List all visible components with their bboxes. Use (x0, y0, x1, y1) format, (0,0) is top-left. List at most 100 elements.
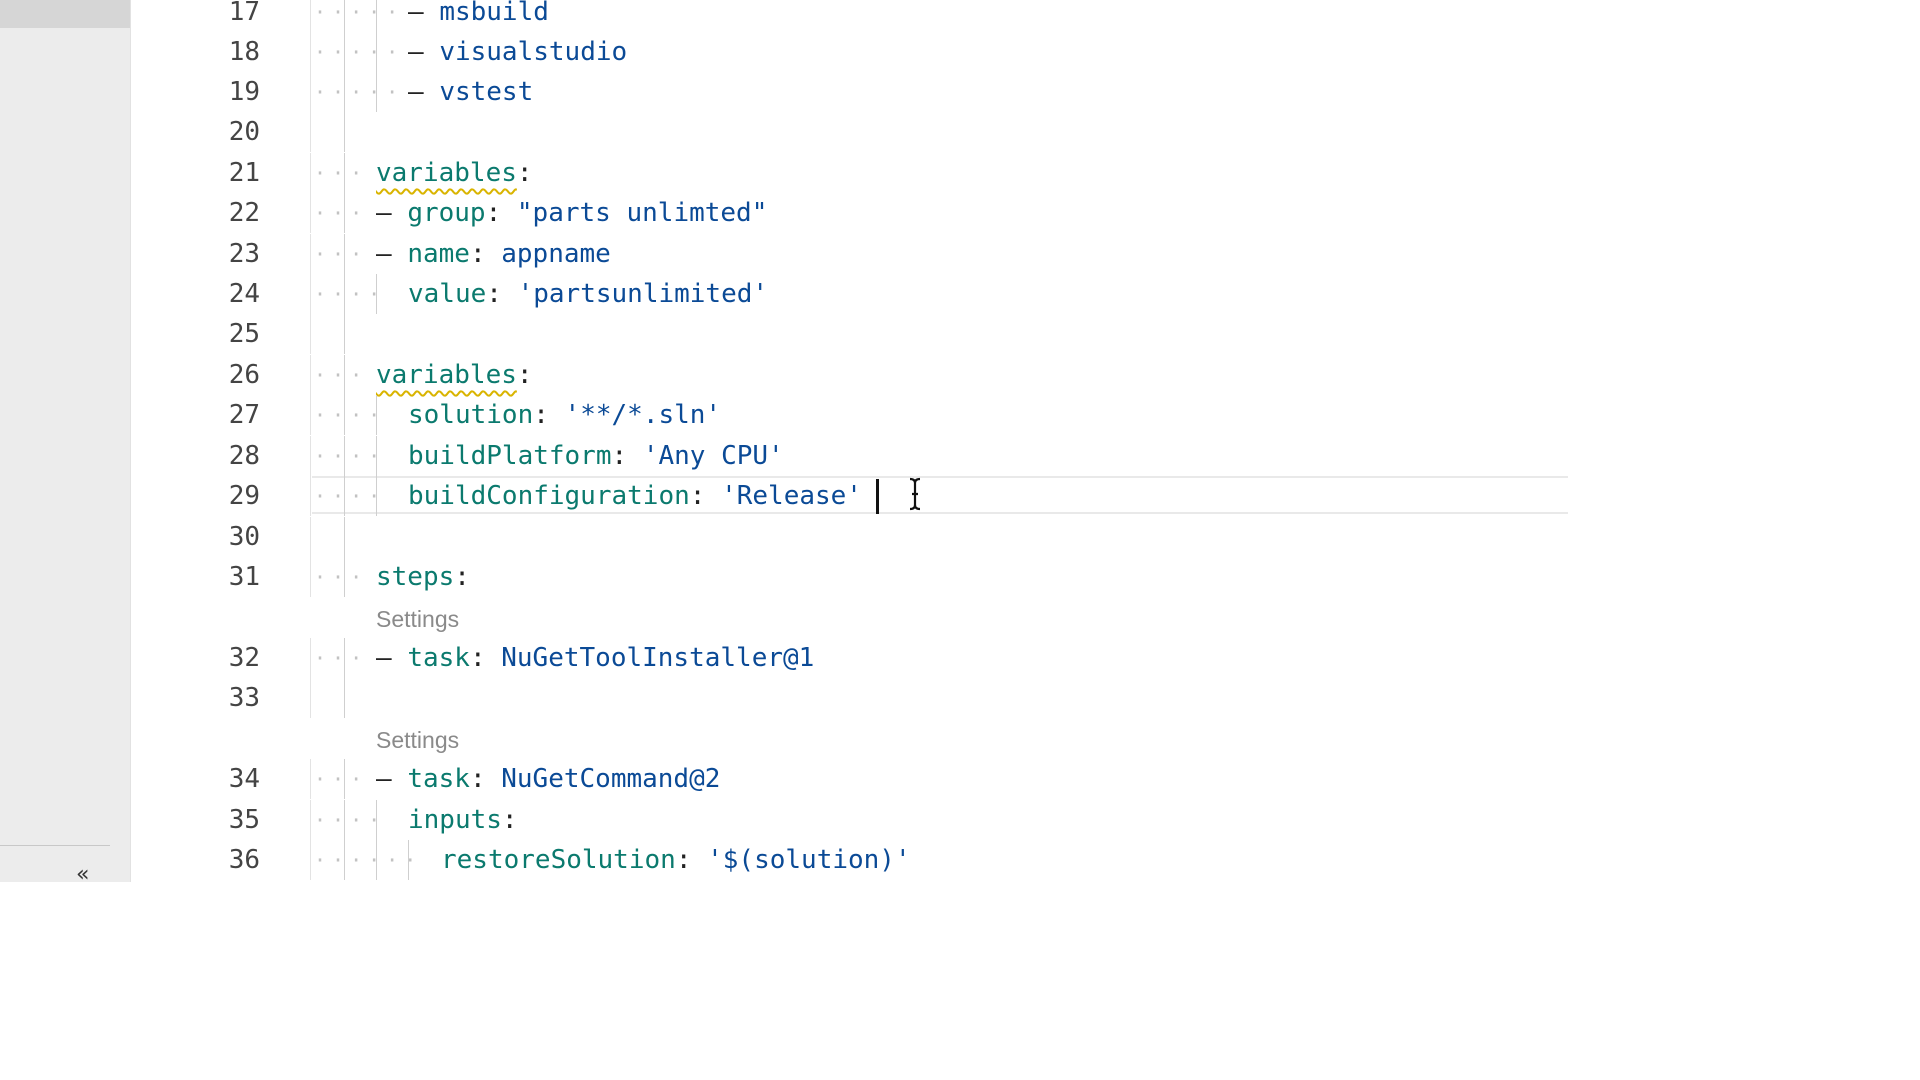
code-token: task (407, 764, 470, 794)
code-line[interactable]: 24 ···· value: 'partsunlimited' (0, 274, 1568, 314)
code-token: – (376, 643, 408, 673)
code-token: – (408, 77, 440, 107)
code-line[interactable]: 25 (0, 314, 1568, 354)
code-token: : (611, 441, 643, 471)
gutter-divider (310, 72, 311, 112)
code-token: : (469, 643, 502, 673)
indent-guide (344, 517, 345, 557)
code-line[interactable]: 17 ····· – msbuild (0, 0, 1568, 32)
code-line[interactable]: 22 ··· – group: "parts unlimted" (0, 193, 1568, 233)
code-line[interactable]: 18 ····· – visualstudio (0, 32, 1568, 72)
text-caret (876, 479, 879, 514)
line-number: 26 (228, 360, 260, 390)
code-token: inputs (408, 805, 502, 835)
code-token: vstest (439, 77, 534, 107)
code-token: buildConfiguration (408, 481, 690, 511)
code-token: : (689, 481, 722, 511)
whitespace-markers: ··· (314, 201, 369, 225)
code-token: : (516, 158, 533, 188)
code-line[interactable]: 19 ····· – vstest (0, 72, 1568, 112)
gutter-divider (310, 436, 311, 476)
gutter-divider (310, 517, 311, 557)
code-line[interactable]: 36 ······ restoreSolution: '$(solution)' (0, 840, 1568, 880)
code-token: – (408, 37, 440, 67)
code-line[interactable]: 33 (0, 678, 1568, 718)
whitespace-markers: ···· (314, 484, 387, 508)
gutter-divider (310, 476, 311, 516)
code-line[interactable]: 28 ···· buildPlatform: 'Any CPU' (0, 436, 1568, 476)
code-text: inputs: (408, 800, 518, 840)
code-line[interactable]: 35 ···· inputs: (0, 800, 1568, 840)
gutter-divider (310, 314, 311, 354)
line-number: 33 (228, 683, 260, 713)
code-token: 'Any CPU' (642, 441, 784, 471)
gutter-divider (310, 840, 311, 880)
code-text: – task: NuGetCommand@2 (376, 759, 720, 799)
code-line[interactable]: 31 ··· steps: (0, 557, 1568, 597)
code-line[interactable]: 26 ··· variables: (0, 355, 1568, 395)
line-number: 25 (228, 319, 260, 349)
gutter-divider (310, 32, 311, 72)
gutter-divider (310, 678, 311, 718)
code-text: – group: "parts unlimted" (376, 193, 767, 233)
code-token: : (486, 279, 518, 309)
code-token: 'partsunlimited' (517, 279, 769, 309)
code-token: : (675, 845, 708, 875)
code-token: NuGetToolInstaller@1 (501, 643, 815, 673)
gutter-divider (310, 112, 311, 152)
line-number: 36 (228, 845, 260, 875)
code-line[interactable]: 21 ··· variables: (0, 153, 1568, 193)
whitespace-markers: ···· (314, 808, 387, 832)
code-line[interactable]: 34 ··· – task: NuGetCommand@2 (0, 759, 1568, 799)
code-token: NuGetCommand@2 (501, 764, 721, 794)
code-text: restoreSolution: '$(solution)' (441, 840, 911, 880)
line-number: 20 (228, 117, 260, 147)
code-line[interactable]: 20 (0, 112, 1568, 152)
code-line[interactable]: 29 ···· buildConfiguration: 'Release' (0, 476, 1568, 516)
gutter-divider (310, 800, 311, 840)
gutter-divider (310, 355, 311, 395)
codelens-settings[interactable]: Settings (376, 725, 459, 755)
code-token: group (407, 198, 486, 228)
gutter-divider (310, 759, 311, 799)
code-token: : (516, 360, 533, 390)
line-number: 28 (228, 441, 260, 471)
whitespace-markers: ··· (314, 363, 369, 387)
gutter-divider (310, 0, 311, 32)
code-token: restoreSolution (441, 845, 676, 875)
line-number: 30 (228, 522, 260, 552)
code-line[interactable]: 27 ···· solution: '**/*.sln' (0, 395, 1568, 435)
whitespace-markers: ····· (314, 80, 405, 104)
code-line[interactable]: 30 (0, 517, 1568, 557)
code-token: buildPlatform (408, 441, 612, 471)
code-token: msbuild (439, 0, 549, 27)
code-token: appname (501, 239, 611, 269)
line-number: 35 (228, 805, 260, 835)
whitespace-markers: ···· (314, 282, 387, 306)
code-text: – vstest (408, 72, 533, 112)
code-text: variables: (376, 355, 533, 395)
codelens-settings[interactable]: Settings (376, 604, 459, 634)
code-token: '**/*.sln' (564, 400, 722, 430)
code-line[interactable]: 23 ··· – name: appname (0, 234, 1568, 274)
gutter-divider (310, 395, 311, 435)
line-number: 23 (228, 239, 260, 269)
code-text: value: 'partsunlimited' (408, 274, 768, 314)
code-text: solution: '**/*.sln' (408, 395, 721, 435)
whitespace-markers: ···· (314, 444, 387, 468)
line-number: 27 (228, 400, 260, 430)
code-token: variables (376, 360, 517, 390)
code-token: steps (376, 562, 455, 592)
whitespace-markers: ····· (314, 40, 405, 64)
ibeam-cursor-icon (909, 477, 921, 511)
code-line[interactable]: 32 ··· – task: NuGetToolInstaller@1 (0, 638, 1568, 678)
indent-guide (344, 678, 345, 718)
code-token: : (469, 764, 502, 794)
code-token: visualstudio (439, 37, 628, 67)
whitespace-markers: ··· (314, 161, 369, 185)
gutter-divider (310, 274, 311, 314)
code-text: – task: NuGetToolInstaller@1 (376, 638, 814, 678)
code-text: steps: (376, 557, 470, 597)
code-token: "parts unlimted" (516, 198, 768, 228)
gutter-divider (310, 153, 311, 193)
